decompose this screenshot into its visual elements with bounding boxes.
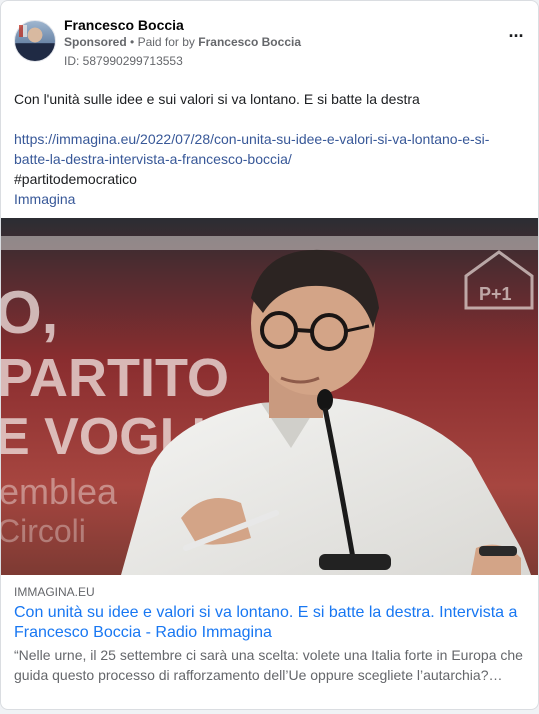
preview-domain: IMMAGINA.EU — [14, 585, 95, 599]
separator-dot: • — [130, 35, 138, 49]
more-horizontal-icon: ··· — [508, 26, 525, 46]
paid-for-name: Francesco Boccia — [198, 35, 301, 49]
sponsored-label: Sponsored — [64, 35, 127, 49]
post-image[interactable]: O, PARTITO E VOGLI emblea Circoli P+1 — [1, 218, 538, 575]
sponsored-line: Sponsored • Paid for by Francesco Boccia — [64, 35, 301, 49]
banner-text-2: PARTITO — [1, 348, 229, 408]
author-name[interactable]: Francesco Boccia — [64, 17, 184, 33]
more-options-button[interactable]: ··· — [504, 26, 528, 49]
logo-text: P+1 — [479, 284, 512, 304]
preview-description: “Nelle urne, il 25 settembre ci sarà una… — [14, 647, 523, 683]
message-text: Con l'unità sulle idee e sui valori si v… — [14, 91, 420, 107]
banner-text-1: O, — [1, 279, 58, 346]
banner-text-4: emblea — [1, 471, 118, 512]
ad-id: ID: 587990299713553 — [64, 54, 183, 68]
post-message: Con l'unità sulle idee e sui valori si v… — [14, 89, 526, 209]
paid-for-label: Paid for by — [137, 35, 195, 49]
post-header: Francesco Boccia Sponsored • Paid for by… — [14, 17, 528, 68]
article-link-line-1[interactable]: https://immagina.eu/2022/07/28/con-unita… — [14, 129, 526, 149]
link-preview[interactable]: IMMAGINA.EU Con unità su idee e valori s… — [14, 584, 528, 685]
flag-icon — [19, 25, 27, 37]
hashtag: #partitodemocratico — [14, 171, 137, 187]
preview-headline[interactable]: Con unità su idee e valori si va lontano… — [14, 603, 528, 643]
avatar[interactable] — [14, 20, 56, 62]
ceiling-strip — [1, 236, 538, 250]
article-link-line-2[interactable]: batte-la-destra-intervista-a-francesco-b… — [14, 149, 526, 169]
banner-text-5: Circoli — [1, 513, 86, 549]
tag-link[interactable]: Immagina — [14, 189, 526, 209]
ad-card: Francesco Boccia Sponsored • Paid for by… — [0, 0, 539, 710]
